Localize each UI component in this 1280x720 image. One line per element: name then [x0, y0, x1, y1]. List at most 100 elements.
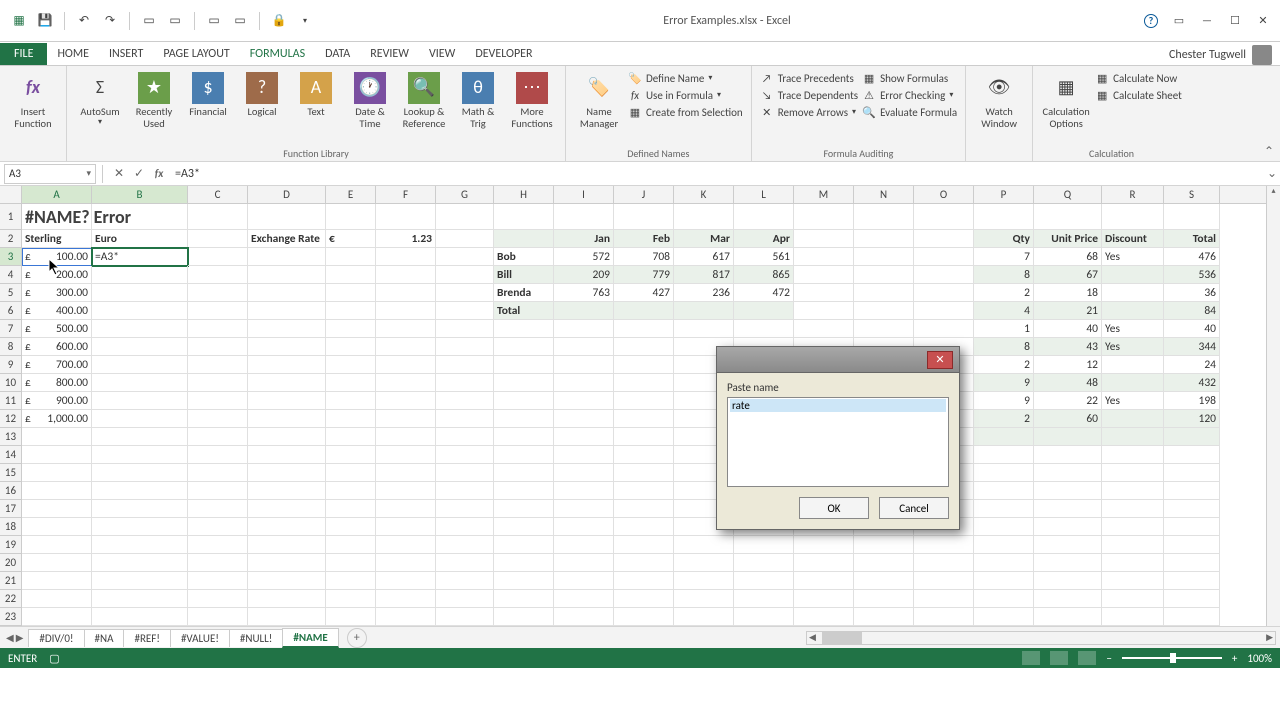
cell[interactable]: 2 — [974, 410, 1034, 428]
calculate-now-button[interactable]: ▦Calculate Now — [1095, 71, 1182, 85]
more-functions-button[interactable]: ⋯More Functions — [507, 68, 557, 129]
tab-view[interactable]: VIEW — [419, 43, 465, 65]
cell[interactable]: Sterling — [22, 230, 92, 248]
col-header[interactable]: S — [1164, 186, 1220, 203]
row-header[interactable]: 23 — [0, 608, 22, 626]
cell[interactable]: Yes — [1102, 248, 1164, 266]
nav-next-icon[interactable]: ▶ — [16, 631, 24, 644]
cell[interactable]: 24 — [1164, 356, 1220, 374]
zoom-out-icon[interactable]: − — [1106, 652, 1111, 665]
cell[interactable] — [1102, 302, 1164, 320]
zoom-slider[interactable] — [1122, 657, 1222, 659]
row-header[interactable]: 5 — [0, 284, 22, 302]
sheet-tab[interactable]: #DIV/0! — [28, 629, 84, 647]
cell[interactable]: £300.00 — [22, 284, 92, 302]
formula-input[interactable] — [169, 167, 1264, 181]
cell[interactable]: 1 — [974, 320, 1034, 338]
save-icon[interactable]: 💾 — [34, 10, 56, 32]
col-header[interactable]: F — [376, 186, 436, 203]
cell[interactable]: 84 — [1164, 302, 1220, 320]
help-icon[interactable]: ? — [1138, 11, 1164, 31]
select-all-corner[interactable] — [0, 186, 22, 204]
show-formulas-button[interactable]: ▦Show Formulas — [862, 71, 957, 85]
cell[interactable]: Yes — [1102, 392, 1164, 410]
cell[interactable]: 67 — [1034, 266, 1102, 284]
collapse-ribbon-icon[interactable]: ⌃ — [1264, 144, 1274, 159]
tab-file[interactable]: FILE — [0, 43, 47, 65]
zoom-level[interactable]: 100% — [1247, 652, 1272, 665]
financial-button[interactable]: $Financial — [183, 68, 233, 118]
col-header[interactable]: D — [248, 186, 326, 203]
trace-precedents-button[interactable]: ↗Trace Precedents — [760, 71, 858, 85]
cell[interactable]: 12 — [1034, 356, 1102, 374]
qat-dropdown-icon[interactable]: ▾ — [294, 10, 316, 32]
close-icon[interactable]: ✕ — [1250, 11, 1276, 31]
cell[interactable] — [494, 230, 554, 248]
cell[interactable]: 8 — [974, 266, 1034, 284]
col-header[interactable]: C — [188, 186, 248, 203]
cell[interactable] — [1102, 374, 1164, 392]
row-header[interactable]: 14 — [0, 446, 22, 464]
sheet-tab-active[interactable]: #NAME — [282, 628, 338, 648]
col-header[interactable]: B — [92, 186, 188, 203]
sheet-tab[interactable]: #VALUE! — [170, 629, 230, 647]
confirm-edit-icon[interactable]: ✓ — [129, 165, 149, 183]
col-header[interactable]: J — [614, 186, 674, 203]
autosum-button[interactable]: ΣAutoSum▾ — [75, 68, 125, 126]
cell[interactable]: 48 — [1034, 374, 1102, 392]
cell[interactable]: 236 — [674, 284, 734, 302]
date-time-button[interactable]: 🕐Date & Time — [345, 68, 395, 129]
page-layout-view-icon[interactable] — [1050, 651, 1068, 665]
chevron-down-icon[interactable]: ▾ — [86, 168, 91, 179]
logical-button[interactable]: ?Logical — [237, 68, 287, 118]
cell[interactable]: 8 — [974, 338, 1034, 356]
row-header[interactable]: 8 — [0, 338, 22, 356]
trace-dependents-button[interactable]: ↘Trace Dependents — [760, 88, 858, 102]
name-manager-button[interactable]: 🏷️Name Manager — [574, 68, 624, 129]
col-header[interactable]: R — [1102, 186, 1164, 203]
qat-item[interactable]: 🔒 — [268, 10, 290, 32]
cell-editing[interactable]: =A3* — [92, 248, 188, 266]
col-header[interactable]: Q — [1034, 186, 1102, 203]
col-header[interactable]: O — [914, 186, 974, 203]
qat-item[interactable]: ▭ — [203, 10, 225, 32]
row-header[interactable]: 2 — [0, 230, 22, 248]
column-headers[interactable]: A B C D E F G H I J K L M N O P Q R S — [22, 186, 1266, 204]
vertical-scrollbar[interactable]: ▴ — [1266, 186, 1280, 626]
recently-used-button[interactable]: ★Recently Used — [129, 68, 179, 129]
remove-arrows-button[interactable]: ✕Remove Arrows ▾ — [760, 105, 858, 119]
cell[interactable]: 40 — [1164, 320, 1220, 338]
tab-insert[interactable]: INSERT — [99, 43, 153, 65]
cell[interactable]: Bob — [494, 248, 554, 266]
cell[interactable]: Feb — [614, 230, 674, 248]
add-sheet-button[interactable]: + — [347, 628, 367, 648]
sheet-tab[interactable]: #NULL! — [229, 629, 283, 647]
col-header[interactable]: G — [436, 186, 494, 203]
cell[interactable]: Euro — [92, 230, 188, 248]
row-header[interactable]: 11 — [0, 392, 22, 410]
lookup-button[interactable]: 🔍Lookup & Reference — [399, 68, 449, 129]
row-header[interactable]: 18 — [0, 518, 22, 536]
row-header[interactable]: 1 — [0, 204, 22, 230]
calculate-sheet-button[interactable]: ▦Calculate Sheet — [1095, 88, 1182, 102]
cell[interactable]: 2 — [974, 284, 1034, 302]
cell[interactable]: Discount — [1102, 230, 1164, 248]
cell[interactable]: 561 — [734, 248, 794, 266]
undo-icon[interactable]: ↶ — [73, 10, 95, 32]
redo-icon[interactable]: ↷ — [99, 10, 121, 32]
user-info[interactable]: Chester Tugwell — [1169, 45, 1280, 65]
ribbon-options-icon[interactable]: ▭ — [1166, 11, 1192, 31]
cell[interactable]: £800.00 — [22, 374, 92, 392]
row-header[interactable]: 16 — [0, 482, 22, 500]
cell[interactable]: 865 — [734, 266, 794, 284]
cell[interactable]: 68 — [1034, 248, 1102, 266]
cell[interactable]: 18 — [1034, 284, 1102, 302]
cell[interactable]: Bill — [494, 266, 554, 284]
col-header[interactable]: E — [326, 186, 376, 203]
calc-options-button[interactable]: ▦Calculation Options — [1041, 68, 1091, 129]
col-header[interactable]: L — [734, 186, 794, 203]
cell[interactable]: 22 — [1034, 392, 1102, 410]
cell[interactable]: Total — [494, 302, 554, 320]
cell[interactable]: £1,000.00 — [22, 410, 92, 428]
cell[interactable]: 472 — [734, 284, 794, 302]
